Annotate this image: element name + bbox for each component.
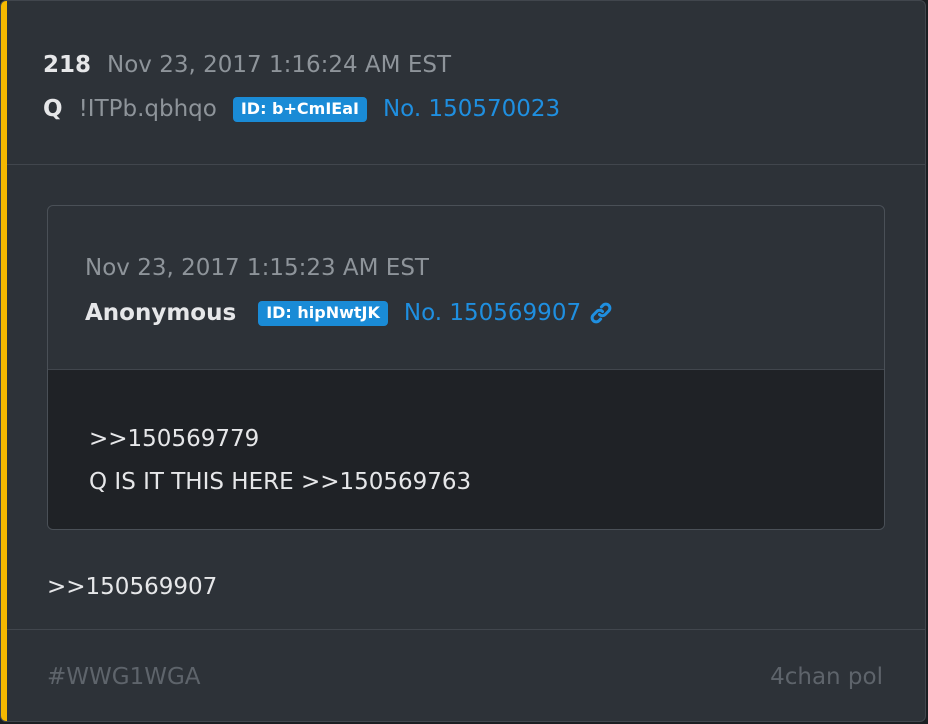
quoted-body-text: >>150569779 Q IS IT THIS HERE >>15056976…	[89, 418, 471, 504]
post-body: >>150569907	[47, 574, 218, 600]
post-card: 218 Nov 23, 2017 1:16:24 AM EST Q !ITPb.…	[0, 0, 926, 722]
link-icon[interactable]	[589, 301, 613, 325]
post-header: 218 Nov 23, 2017 1:16:24 AM EST Q !ITPb.…	[7, 1, 925, 165]
post-author-row: Q !ITPb.qbhqo ID: b+CmIEaI No. 150570023	[43, 93, 560, 125]
post-tripcode: !ITPb.qbhqo	[78, 96, 217, 122]
post-meta-row: 218 Nov 23, 2017 1:16:24 AM EST	[43, 49, 451, 81]
quoted-author: Anonymous	[85, 300, 237, 326]
post-number-link[interactable]: No. 150570023	[383, 96, 560, 122]
quoted-id-badge: ID: hipNwtJK	[258, 300, 388, 326]
quoted-post-body: >>150569779 Q IS IT THIS HERE >>15056976…	[48, 370, 884, 529]
post-source: 4chan pol	[770, 664, 883, 690]
quoted-body-line: >>150569779	[89, 426, 260, 452]
hashtag: #WWG1WGA	[47, 664, 201, 690]
post-timestamp: Nov 23, 2017 1:16:24 AM EST	[107, 52, 451, 78]
quoted-body-line: Q IS IT THIS HERE >>150569763	[89, 469, 472, 495]
post-footer: #WWG1WGA 4chan pol	[7, 629, 925, 721]
quoted-number-link[interactable]: No. 150569907	[404, 300, 581, 326]
quoted-author-row: Anonymous ID: hipNwtJK No. 150569907	[85, 297, 613, 329]
quoted-timestamp: Nov 23, 2017 1:15:23 AM EST	[85, 255, 429, 281]
quoted-post-header: Nov 23, 2017 1:15:23 AM EST Anonymous ID…	[48, 206, 884, 370]
post-id-badge: ID: b+CmIEaI	[232, 96, 367, 122]
post-author: Q	[43, 96, 63, 122]
quoted-post: Nov 23, 2017 1:15:23 AM EST Anonymous ID…	[47, 205, 885, 530]
quoted-meta-row: Nov 23, 2017 1:15:23 AM EST	[85, 252, 429, 284]
post-count: 218	[43, 52, 92, 78]
